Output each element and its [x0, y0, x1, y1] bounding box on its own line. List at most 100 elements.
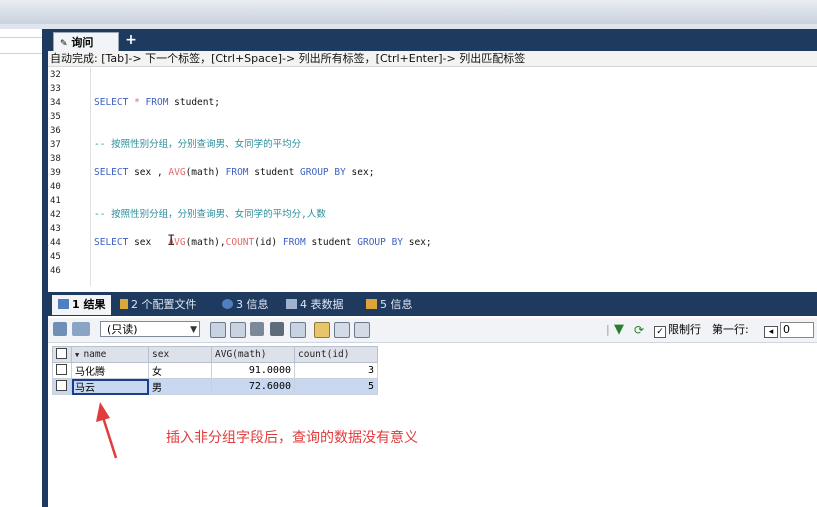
- cell-sex[interactable]: 女: [148, 362, 212, 379]
- limit-rows-label: 限制行: [668, 323, 701, 336]
- cell-count[interactable]: 3: [294, 362, 378, 379]
- code-text: sex;: [408, 237, 432, 248]
- cell-name[interactable]: 马云: [71, 378, 149, 395]
- readonly-select[interactable]: (只读) ▼: [100, 321, 200, 337]
- tab-results[interactable]: 1 结果: [52, 295, 112, 315]
- panel-divider: [0, 37, 42, 38]
- code-line-37[interactable]: -- 按照性别分组，分别查询男、女同学的平均分: [94, 138, 301, 152]
- results-grid[interactable]: ▼ name sex AVG(math) count(id) 马化腾 女 91.…: [48, 344, 817, 507]
- profile-icon: [120, 299, 128, 309]
- sql-editor[interactable]: 32 33 34 35 36 37 38 39 40 41 42 43 44 4…: [48, 68, 817, 286]
- chevron-left-icon[interactable]: ◂: [764, 326, 778, 338]
- grid-view-icon[interactable]: [314, 322, 330, 338]
- keyword: FROM: [282, 237, 306, 248]
- object-browser-panel[interactable]: [0, 29, 42, 507]
- column-header[interactable]: sex: [148, 346, 212, 363]
- text-view-icon[interactable]: [354, 322, 370, 338]
- row-checkbox[interactable]: [52, 362, 72, 379]
- code-line-34[interactable]: SELECT * FROM student;: [94, 96, 220, 110]
- code-line-42[interactable]: -- 按照性别分组，分别查询男、女同学的平均分,人数: [94, 208, 326, 222]
- tab-query[interactable]: ✎ 询问: [53, 32, 119, 52]
- keyword: SELECT: [94, 167, 129, 178]
- code-text: student;: [174, 97, 220, 108]
- add-tab-button[interactable]: +: [118, 32, 144, 51]
- chevron-down-icon: ▼: [190, 325, 197, 335]
- code-text: (id): [254, 237, 278, 248]
- keyword: SELECT: [94, 97, 129, 108]
- line-number: 34: [50, 98, 61, 108]
- table-row[interactable]: 马云 男 72.6000 5: [52, 378, 378, 395]
- readonly-select-value: (只读): [107, 323, 138, 336]
- code-line-39[interactable]: SELECT sex , AVG(math) FROM student GROU…: [94, 166, 374, 180]
- save-icon[interactable]: [250, 322, 264, 336]
- results-table: ▼ name sex AVG(math) count(id) 马化腾 女 91.…: [52, 346, 378, 395]
- panel-divider: [0, 53, 42, 54]
- tab-label: 3 信息: [236, 298, 269, 311]
- line-number: 42: [50, 210, 61, 220]
- tab-label: 4 表数据: [300, 298, 344, 311]
- annotation-text: 插入非分组字段后，查询的数据没有意义: [166, 430, 418, 446]
- column-header-label: name: [83, 349, 107, 360]
- duplicate-row-icon[interactable]: [230, 322, 246, 338]
- first-row-input[interactable]: 0: [780, 322, 814, 338]
- insert-row-icon[interactable]: [210, 322, 226, 338]
- line-number: 40: [50, 182, 61, 192]
- line-number: 43: [50, 224, 61, 234]
- tab-profiles[interactable]: 2 个配置文件: [120, 295, 197, 315]
- code-text: student: [254, 167, 295, 178]
- column-header[interactable]: ▼ name: [71, 346, 149, 363]
- limit-rows-checkbox[interactable]: ✓ 限制行: [654, 322, 701, 338]
- form-view-icon[interactable]: [334, 322, 350, 338]
- text-cursor-icon: I: [167, 233, 176, 249]
- autocomplete-hint: 自动完成: [Tab]-> 下一个标签，[Ctrl+Space]-> 列出所有标…: [48, 51, 817, 67]
- query-tab-bar: ✎ 询问 +: [48, 29, 817, 52]
- tab-info[interactable]: 3 信息: [222, 295, 269, 315]
- first-row-stepper[interactable]: ◂ 0: [764, 322, 814, 338]
- tab-table-data[interactable]: 4 表数据: [286, 295, 344, 315]
- window-titlebar: [0, 0, 817, 25]
- line-number: 33: [50, 84, 61, 94]
- tab-info-2[interactable]: 5 信息: [366, 295, 413, 315]
- checkbox-icon: [56, 379, 67, 391]
- column-header[interactable]: count(id): [294, 346, 378, 363]
- export-icon[interactable]: [53, 322, 67, 336]
- query-tab-icon: ✎: [60, 39, 68, 49]
- code-text: (math),: [185, 237, 226, 248]
- info-icon: [366, 299, 377, 309]
- delete-icon[interactable]: [270, 322, 284, 336]
- keyword: FROM: [225, 167, 249, 178]
- cell-avg[interactable]: 91.0000: [211, 362, 295, 379]
- select-all-header[interactable]: [52, 346, 72, 363]
- line-gutter: 32 33 34 35 36 37 38 39 40 41 42 43 44 4…: [48, 68, 91, 286]
- keyword: GROUP BY: [357, 237, 404, 248]
- red-arrow-icon: [96, 402, 118, 459]
- table-row[interactable]: 马化腾 女 91.0000 3: [52, 362, 378, 379]
- results-toolbar: (只读) ▼ | ▼ ⟳ ✓ 限制行 第一行: ◂ 0: [48, 318, 817, 343]
- cell-avg[interactable]: 72.6000: [211, 378, 295, 395]
- cell-count[interactable]: 5: [294, 378, 378, 395]
- line-number: 41: [50, 196, 61, 206]
- table-header-row: ▼ name sex AVG(math) count(id): [52, 346, 378, 363]
- line-number: 39: [50, 168, 61, 178]
- code-line-44[interactable]: SELECT sex AVG(math),COUNT(id) FROM stud…: [94, 236, 432, 250]
- line-number: 44: [50, 238, 61, 248]
- checkbox-icon: [56, 347, 67, 359]
- keyword: SELECT: [94, 237, 129, 248]
- toolbar-separator: |: [606, 323, 610, 336]
- refresh-filter-icon[interactable]: ⟳: [634, 322, 644, 338]
- line-number: 46: [50, 266, 61, 276]
- checkbox-icon: [56, 363, 67, 375]
- column-header[interactable]: AVG(math): [211, 346, 295, 363]
- row-checkbox[interactable]: [52, 378, 72, 395]
- refresh-icon[interactable]: [290, 322, 306, 338]
- result-tab-bar: 1 结果 2 个配置文件 3 信息 4 表数据 5 信息: [48, 292, 817, 316]
- code-text: (math): [185, 167, 220, 178]
- first-row-label: 第一行:: [712, 323, 749, 336]
- cell-name[interactable]: 马化腾: [71, 362, 149, 379]
- table-icon: [286, 299, 297, 309]
- cell-sex[interactable]: 男: [148, 378, 212, 395]
- grid-icon: [58, 299, 69, 309]
- filter-icon[interactable]: ▼: [614, 322, 624, 338]
- function: AVG: [168, 167, 186, 178]
- import-icon[interactable]: [72, 322, 90, 336]
